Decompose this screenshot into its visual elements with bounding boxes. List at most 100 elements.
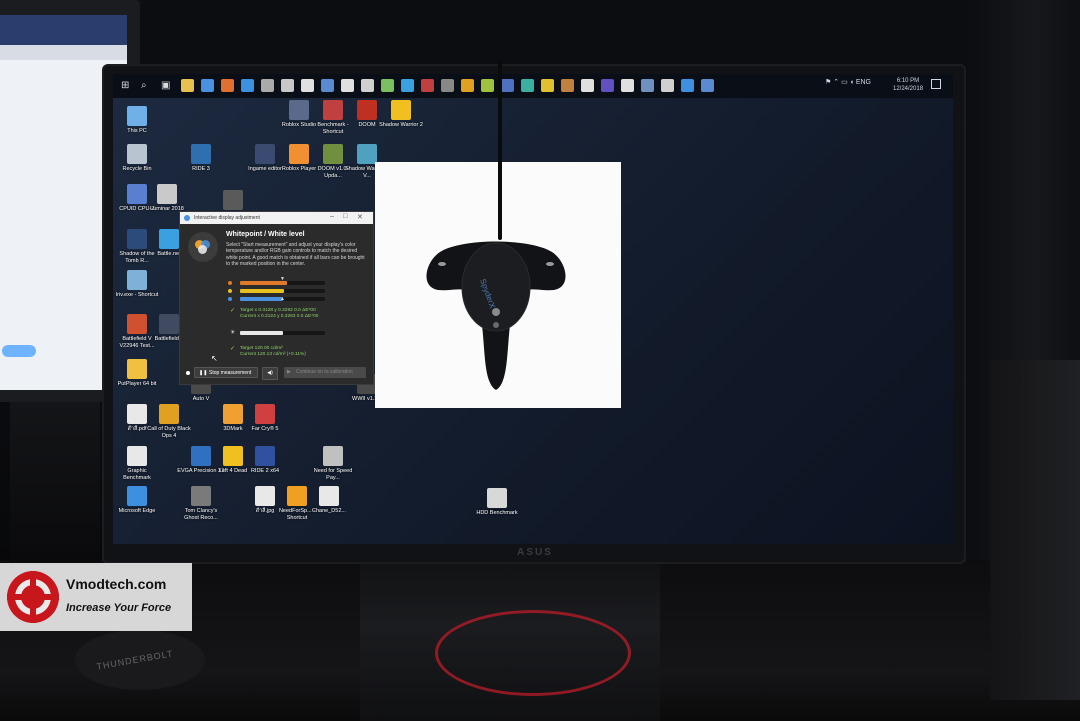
app-icon[interactable]	[521, 79, 534, 92]
calculator-icon[interactable]	[261, 79, 274, 92]
desktop-icon-label: Tom Clancy's Ghost Reco...	[184, 508, 218, 521]
app-icon	[127, 486, 147, 506]
app-icon	[127, 446, 147, 466]
pause-icon: ❚❚	[199, 370, 208, 376]
desktop-icon[interactable]: Chane_D52...	[305, 486, 353, 515]
app-icon	[255, 446, 275, 466]
stop-measurement-button[interactable]: ❚❚ Stop measurement	[194, 367, 258, 378]
app-icon[interactable]	[301, 79, 314, 92]
desktop-icon[interactable]: Tom Clancy's Ghost Reco...	[177, 486, 225, 521]
channel-dot	[228, 297, 232, 301]
volume-icon[interactable]: ◖	[850, 79, 854, 86]
task-view-icon[interactable]: ▣	[161, 79, 174, 92]
brightness-icon: ☀	[230, 330, 236, 336]
minimize-icon[interactable]: –	[330, 213, 334, 220]
channel-dot	[228, 281, 232, 285]
file-explorer-icon[interactable]	[181, 79, 194, 92]
store-icon[interactable]	[201, 79, 214, 92]
app-icon[interactable]	[601, 79, 614, 92]
app-icon[interactable]	[621, 79, 634, 92]
desktop-icon[interactable]: PutPlayer 64 bit	[113, 359, 161, 388]
app-icon[interactable]	[561, 79, 574, 92]
monitor-brand-logo: ASUS	[517, 547, 553, 558]
luminance-bar-fill	[240, 331, 283, 335]
app-icon	[191, 486, 211, 506]
app-icon	[159, 314, 179, 334]
desktop-icon[interactable]: Call of Duty Black Ops 4	[145, 404, 193, 439]
desktop-icon[interactable]: HDD Benchmark	[473, 488, 521, 517]
firefox-icon[interactable]	[221, 79, 234, 92]
network-icon[interactable]: ▭	[841, 79, 848, 86]
app-icon[interactable]	[641, 79, 654, 92]
desktop-icon[interactable]: RIDE 2 x64	[241, 446, 289, 475]
channel-bar-fill	[240, 289, 285, 293]
app-icon[interactable]	[581, 79, 594, 92]
app-icon[interactable]	[501, 79, 514, 92]
app-icon	[357, 100, 377, 120]
desktop-icon[interactable]: This PC	[113, 106, 161, 135]
app-icon[interactable]	[441, 79, 454, 92]
center-marker-icon: ▲	[280, 296, 285, 302]
desktop-icon[interactable]: Graphic Benchmark	[113, 446, 161, 481]
sound-button[interactable]: ◀)	[262, 367, 278, 380]
app-icon[interactable]	[661, 79, 674, 92]
start-icon[interactable]: ⊞	[121, 79, 134, 92]
desktop-icon-label: HDD Benchmark	[476, 510, 518, 516]
watermark-title: Vmodtech.com	[66, 576, 167, 592]
app-icon	[157, 184, 177, 204]
maximize-icon[interactable]: □	[343, 213, 347, 220]
app-icon[interactable]	[481, 79, 494, 92]
system-tray[interactable]: ⚑ ⌃ ▭ ◖ ENG	[825, 78, 871, 86]
desktop-icon[interactable]: Shadow Warrior 2	[377, 100, 425, 129]
desktop-icon[interactable]: Microsoft Edge	[113, 486, 161, 515]
desktop-icon-label: Need for Speed Pay...	[313, 468, 353, 481]
app-icon	[127, 359, 147, 379]
channel-bar-fill	[240, 297, 283, 301]
desktop-icon[interactable]: Luminar 2018	[143, 184, 191, 213]
center-marker-icon: ▼	[280, 276, 285, 282]
continue-calibration-button[interactable]: ▶ Continue on to calibration	[284, 367, 366, 378]
app-icon	[159, 229, 179, 249]
desktop-icon-label: PutPlayer 64 bit	[117, 381, 157, 387]
left-monitor-stand	[10, 402, 100, 562]
language-indicator[interactable]: ENG	[856, 79, 871, 86]
app-icon[interactable]	[381, 79, 394, 92]
app-icon	[127, 229, 147, 249]
desktop-icon[interactable]: Recycle Bin	[113, 144, 161, 173]
app-icon[interactable]	[541, 79, 554, 92]
search-icon[interactable]: ⌕	[141, 79, 154, 92]
app-icon	[127, 404, 147, 424]
desktop-icon-label: Far Cry® 5	[251, 426, 279, 432]
speaker-icon: ◀)	[267, 370, 273, 376]
desktop-icon-label: Graphic Benchmark	[123, 468, 151, 481]
desktop-icon[interactable]: Need for Speed Pay...	[309, 446, 357, 481]
app-icon[interactable]	[681, 79, 694, 92]
desktop-icon-label: Microsoft Edge	[118, 508, 156, 514]
channel-dot	[228, 289, 232, 293]
taskbar-clock[interactable]: 6:10 PM 12/24/2018	[893, 77, 923, 93]
action-center-icon[interactable]	[931, 79, 941, 89]
desktop-icon[interactable]: RIDE 3	[177, 144, 225, 173]
desktop-icon[interactable]: Far Cry® 5	[241, 404, 289, 433]
app-icon	[323, 100, 343, 120]
app-icon[interactable]	[461, 79, 474, 92]
stand-red-ring	[435, 610, 631, 696]
notifications-icon[interactable]: ⚑	[825, 79, 831, 86]
dialog-heading: Whitepoint / White level	[226, 231, 305, 238]
app-icon	[223, 446, 243, 466]
app-icon[interactable]	[361, 79, 374, 92]
desktop-icon[interactable]: Iriv.exe - Shortcut	[113, 270, 161, 299]
colorimeter-cable	[498, 60, 502, 240]
app-icon[interactable]	[321, 79, 334, 92]
desktop-icon-label: Iriv.exe - Shortcut	[115, 292, 159, 298]
app-icon[interactable]	[421, 79, 434, 92]
chevron-up-icon[interactable]: ⌃	[833, 79, 839, 86]
edge-icon[interactable]	[241, 79, 254, 92]
app-icon[interactable]	[401, 79, 414, 92]
close-icon[interactable]: ✕	[357, 213, 363, 221]
app-icon[interactable]	[341, 79, 354, 92]
app-icon[interactable]	[281, 79, 294, 92]
app-icon[interactable]	[701, 79, 714, 92]
app-icon	[391, 100, 411, 120]
desktop-icon-label: Call of Duty Black Ops 4	[147, 426, 191, 439]
